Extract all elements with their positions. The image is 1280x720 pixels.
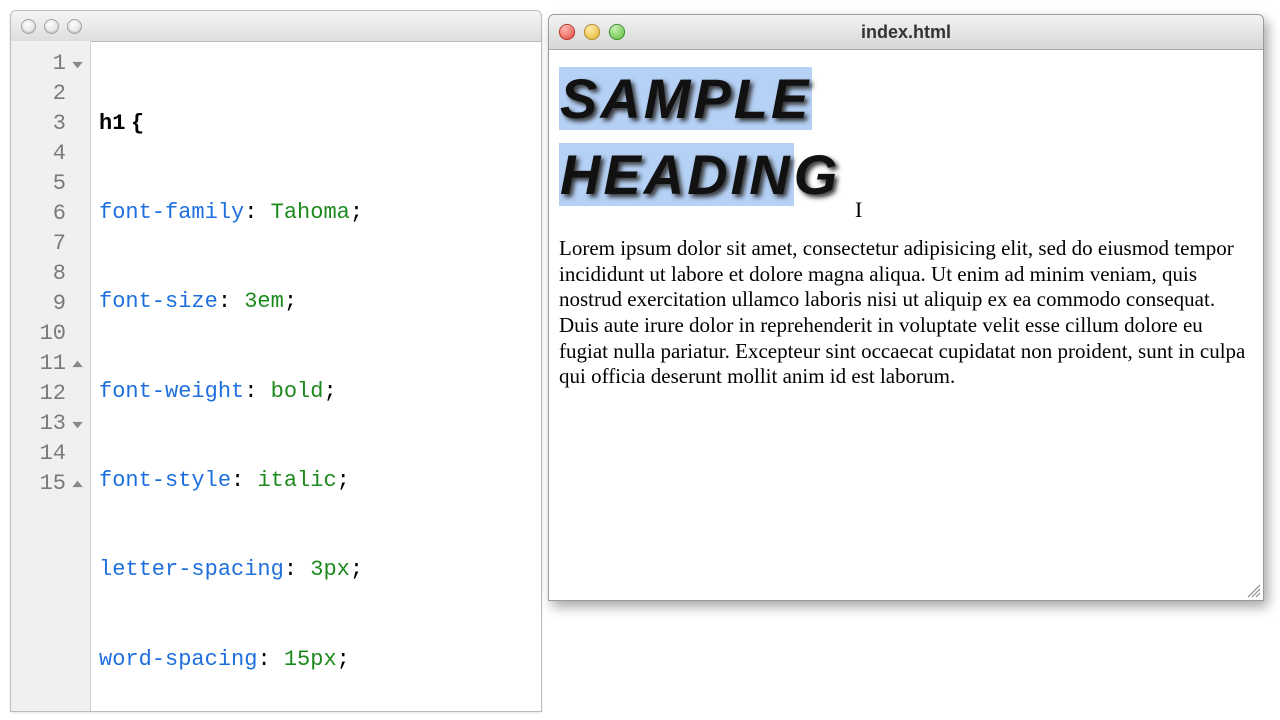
window-close-button[interactable] [559, 24, 575, 40]
line-number: 3 [11, 109, 70, 139]
line-number: 8 [11, 259, 70, 289]
line-number: 6 [11, 199, 70, 229]
preview-viewport[interactable]: SAMPLE HEADING I Lorem ipsum dolor sit a… [549, 49, 1263, 600]
fold-close-icon[interactable] [70, 477, 84, 491]
code-property: word-spacing [99, 645, 257, 675]
line-number: 2 [11, 79, 70, 109]
window-zoom-button[interactable] [609, 24, 625, 40]
code-property: font-weight [99, 377, 244, 407]
rendered-h1-text: G [794, 143, 841, 206]
code-value: 3em [244, 287, 284, 317]
rendered-h1[interactable]: SAMPLE HEADING [559, 61, 1253, 212]
code-property: font-family [99, 198, 244, 228]
line-number: 11 [11, 349, 70, 379]
code-area[interactable]: h1 { font-family: Tahoma; font-size: 3em… [91, 41, 541, 711]
editor-titlebar[interactable] [11, 11, 541, 42]
editor-gutter: 1 2 3 4 5 6 7 8 9 10 11 12 13 14 15 [11, 41, 91, 711]
fold-open-icon[interactable] [70, 417, 84, 431]
editor-close-button[interactable] [21, 19, 36, 34]
code-brace: { [131, 109, 144, 139]
code-selector: h1 [99, 109, 125, 139]
editor-body: 1 2 3 4 5 6 7 8 9 10 11 12 13 14 15 h1 {… [11, 41, 541, 711]
editor-traffic-lights[interactable] [21, 19, 82, 34]
code-value: Tahoma [271, 198, 350, 228]
line-number: 9 [11, 289, 70, 319]
rendered-h1-text: SAMPLE [559, 67, 812, 130]
window-title: index.html [549, 22, 1263, 43]
line-number: 15 [11, 469, 70, 499]
code-value: 15px [284, 645, 337, 675]
code-value: bold [271, 377, 324, 407]
rendered-paragraph[interactable]: Lorem ipsum dolor sit amet, consectetur … [559, 236, 1253, 390]
preview-titlebar[interactable]: index.html [549, 15, 1263, 50]
code-value: 3px [310, 555, 350, 585]
code-value: italic [257, 466, 336, 496]
line-number: 14 [11, 439, 70, 469]
line-number: 4 [11, 139, 70, 169]
rendered-h1-text: HEADIN [559, 143, 794, 206]
code-property: font-style [99, 466, 231, 496]
code-property: font-size [99, 287, 218, 317]
browser-preview-window: index.html SAMPLE HEADING I Lorem ipsum … [548, 14, 1264, 601]
code-editor-window: 1 2 3 4 5 6 7 8 9 10 11 12 13 14 15 h1 {… [10, 10, 542, 712]
fold-open-icon[interactable] [70, 57, 84, 71]
editor-minimize-button[interactable] [44, 19, 59, 34]
line-number: 12 [11, 379, 70, 409]
line-number: 1 [11, 49, 70, 79]
text-cursor-icon: I [855, 197, 862, 223]
window-resize-grip[interactable] [1245, 582, 1261, 598]
preview-traffic-lights[interactable] [559, 24, 625, 40]
line-number: 5 [11, 169, 70, 199]
line-number: 10 [11, 319, 70, 349]
fold-close-icon[interactable] [70, 357, 84, 371]
window-minimize-button[interactable] [584, 24, 600, 40]
line-number: 13 [11, 409, 70, 439]
editor-zoom-button[interactable] [67, 19, 82, 34]
line-number: 7 [11, 229, 70, 259]
code-property: letter-spacing [99, 555, 284, 585]
